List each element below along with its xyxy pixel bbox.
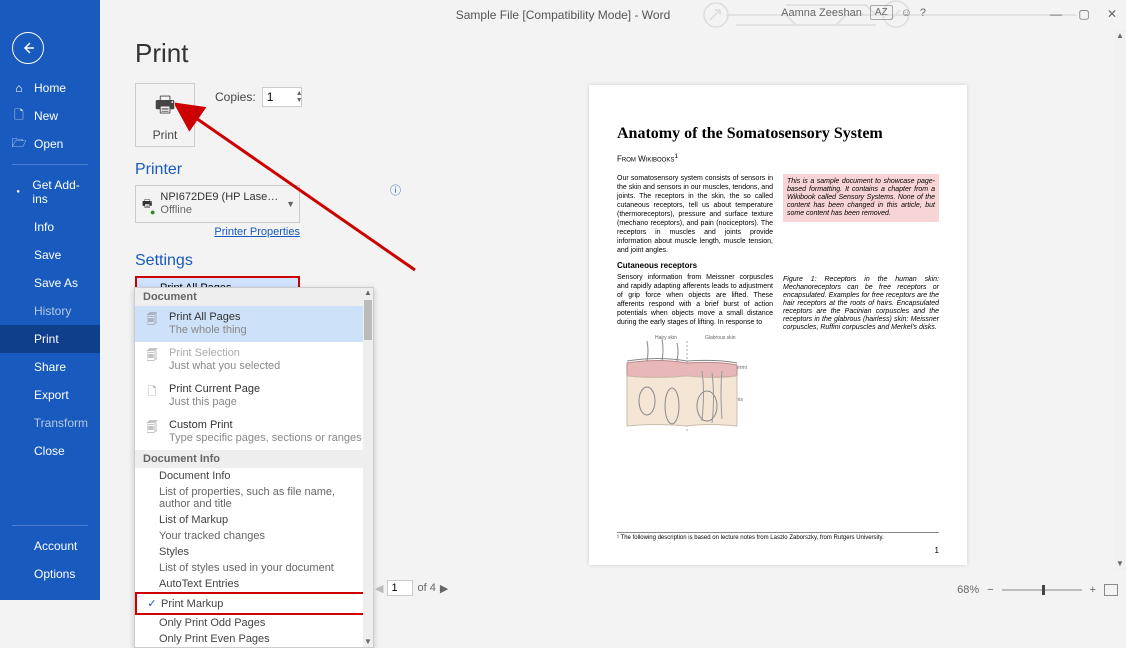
zoom-controls: 68% − + [957,584,1118,596]
option-print-all[interactable]: 🗐 Print All PagesThe whole thing [135,306,373,342]
close-button[interactable]: ✕ [1098,0,1126,28]
di-markup[interactable]: List of Markup [135,512,373,528]
zoom-out-button[interactable]: − [987,584,993,596]
info-icon[interactable]: ⓘ [390,182,401,198]
printer-properties-link[interactable]: Printer Properties [135,226,300,238]
figure-caption: Figure 1: Receptors in the human skin: M… [783,276,939,332]
dot-icon: ● [12,185,24,199]
back-arrow-icon [21,41,35,55]
check-icon: ✓ [143,597,161,610]
sidebar-item-share[interactable]: Share [0,353,100,381]
sidebar-item-info[interactable]: Info [0,213,100,241]
doc-title: Anatomy of the Somatosensory System [617,125,939,143]
sidebar-item-transform: Transform [0,409,100,437]
scroll-up-icon[interactable]: ▲ [1114,30,1126,42]
chevron-down-icon: ▼ [286,199,295,209]
page-total: of 4 [417,582,435,594]
page-icon: 🗋 [143,383,161,401]
sidebar-item-saveas[interactable]: Save As [0,269,100,297]
skin-diagram: Hairy skin Glabrous skin Epidermis Dermi… [617,331,747,441]
pages-icon: 🗐 [143,311,161,329]
option-custom-print[interactable]: 🗐 Custom PrintType specific pages, secti… [135,414,373,450]
sidebar-item-account[interactable]: Account [0,532,100,560]
di-docinfo-desc: List of properties, such as file name, a… [135,484,373,512]
sidebar-item-options[interactable]: Options [0,560,100,588]
window-title: Sample File [Compatibility Mode] - Word [456,8,671,22]
di-markup-desc: Your tracked changes [135,528,373,544]
home-icon: ⌂ [12,81,26,95]
sidebar-item-save[interactable]: Save [0,241,100,269]
doc-footnote: ¹ The following description is based on … [617,532,939,541]
pages-stack-icon: 🗐 [143,419,161,437]
copies-spinner[interactable]: ▲▼ [296,90,303,104]
backstage-sidebar: ⌂Home 🗋New 🗁Open ●Get Add-ins Info Save … [0,0,100,600]
printer-icon: 🖶 [155,88,176,126]
doc-subhead: Cutaneous receptors [617,261,773,270]
dropdown-scrollbar[interactable]: ▲ ▼ [363,288,373,647]
scroll-down-icon[interactable]: ▼ [1114,558,1126,570]
preview-page: Anatomy of the Somatosensory System From… [589,85,967,565]
window-controls: — ▢ ✕ [1042,0,1126,28]
option-odd-pages[interactable]: Only Print Odd Pages [135,615,373,631]
option-print-current[interactable]: 🗋 Print Current PageJust this page [135,378,373,414]
scroll-thumb[interactable] [364,300,372,340]
minimize-button[interactable]: — [1042,0,1070,28]
pages-icon: 🗐 [143,347,161,365]
zoom-knob[interactable] [1042,585,1045,595]
print-range-dropdown: ▲ ▼ Document 🗐 Print All PagesThe whole … [134,287,374,648]
open-icon: 🗁 [12,137,26,151]
di-autotext[interactable]: AutoText Entries [135,576,373,592]
printer-heading: Printer [135,161,430,179]
dropdown-header-document: Document [135,288,373,306]
zoom-percent: 68% [957,584,979,596]
di-styles-desc: List of styles used in your document [135,560,373,576]
prev-page-button[interactable]: ◀ [375,582,383,595]
doc-p1: Our somatosensory system consists of sen… [617,174,773,255]
sidebar-item-addins[interactable]: ●Get Add-ins [0,171,100,213]
preview-scrollbar[interactable]: ▲ ▼ [1114,30,1126,570]
scroll-up-icon[interactable]: ▲ [363,288,373,298]
next-page-button[interactable]: ▶ [440,582,448,595]
printer-name: NPI672DE9 (HP LaserJet M1... [160,191,280,204]
sidebar-item-history: History [0,297,100,325]
sidebar-item-new[interactable]: 🗋New [0,102,100,130]
dropdown-header-docinfo: Document Info [135,450,373,468]
printer-selector[interactable]: 🖶● NPI672DE9 (HP LaserJet M1... Offline … [135,185,300,223]
doc-note: This is a sample document to showcase pa… [783,174,939,222]
printer-status-icon: 🖶● [142,195,152,214]
sidebar-item-home[interactable]: ⌂Home [0,74,100,102]
doc-p2: Sensory information from Meissner corpus… [617,273,773,327]
sidebar-item-open[interactable]: 🗁Open [0,130,100,158]
new-icon: 🗋 [12,109,26,123]
fit-page-button[interactable] [1104,584,1118,596]
option-print-selection: 🗐 Print SelectionJust what you selected [135,342,373,378]
sidebar-item-export[interactable]: Export [0,381,100,409]
doc-page-number: 1 [935,546,939,555]
title-bar: Sample File [Compatibility Mode] - Word … [0,0,1126,30]
di-docinfo[interactable]: Document Info [135,468,373,484]
page-number-input[interactable] [387,580,413,596]
sidebar-item-print[interactable]: Print [0,325,100,353]
sidebar-item-close[interactable]: Close [0,437,100,465]
page-navigator: ◀ of 4 ▶ [375,580,448,596]
option-print-markup[interactable]: ✓ Print Markup [135,592,373,615]
svg-text:Glabrous skin: Glabrous skin [705,335,736,341]
back-button[interactable] [12,32,44,64]
svg-text:Hairy skin: Hairy skin [655,335,677,341]
maximize-button[interactable]: ▢ [1070,0,1098,28]
print-preview: Anatomy of the Somatosensory System From… [430,30,1126,570]
option-even-pages[interactable]: Only Print Even Pages [135,631,373,647]
printer-status: Offline [160,204,280,217]
print-button[interactable]: 🖶 Print [135,83,195,147]
settings-heading: Settings [135,252,430,270]
doc-source: From Wikibooks1 [617,153,939,164]
zoom-in-button[interactable]: + [1090,584,1096,596]
di-styles[interactable]: Styles [135,544,373,560]
zoom-slider[interactable] [1002,589,1082,591]
print-heading: Print [135,38,430,69]
copies-label: Copies: [215,90,256,104]
decorative-lines [686,0,1086,30]
scroll-down-icon[interactable]: ▼ [363,637,373,647]
